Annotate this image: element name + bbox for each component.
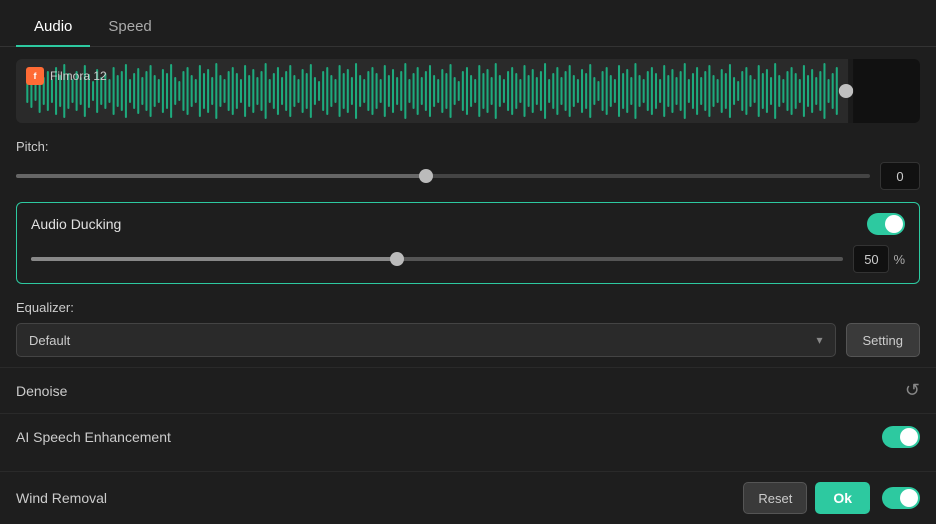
waveform-title: Filmora 12 [50, 69, 107, 83]
waveform-label: f Filmora 12 [26, 67, 107, 85]
waveform-container: f Filmora 12 [16, 59, 920, 123]
ai-speech-label: AI Speech Enhancement [16, 429, 171, 445]
equalizer-section: Equalizer: Default ▾ Setting [0, 294, 936, 367]
ducking-percent: % [893, 252, 905, 267]
ai-speech-toggle-knob [900, 428, 918, 446]
tab-bar: Audio Speed [0, 0, 936, 47]
filmora-icon: f [26, 67, 44, 85]
pitch-slider-row: 0 [16, 162, 920, 190]
denoise-label: Denoise [16, 383, 67, 399]
ducking-slider-fill [31, 257, 397, 261]
ducking-value-row: 50 % [853, 245, 905, 273]
ducking-toggle-knob [885, 215, 903, 233]
ai-speech-row: AI Speech Enhancement [0, 413, 936, 460]
bottom-buttons: Reset Ok [743, 482, 920, 514]
ai-speech-toggle[interactable] [882, 426, 920, 448]
waveform-svg [16, 59, 920, 123]
ducking-value: 50 [853, 245, 889, 273]
equalizer-setting-button[interactable]: Setting [846, 323, 920, 357]
ducking-slider-row: 50 % [31, 245, 905, 273]
main-container: Audio Speed f Filmora 12 [0, 0, 936, 524]
pitch-label: Pitch: [16, 139, 920, 154]
wind-removal-toggle-knob [900, 489, 918, 507]
pitch-slider-track[interactable] [16, 174, 870, 178]
ok-button[interactable]: Ok [815, 482, 870, 514]
ducking-slider-track[interactable] [31, 257, 843, 261]
equalizer-label: Equalizer: [16, 300, 920, 315]
refresh-icon[interactable]: ↺ [905, 380, 920, 401]
ducking-header: Audio Ducking [31, 213, 905, 235]
ducking-slider-thumb[interactable] [390, 252, 404, 266]
audio-ducking-section: Audio Ducking 50 % [16, 202, 920, 284]
waveform-section: f Filmora 12 [0, 47, 936, 133]
ducking-title: Audio Ducking [31, 216, 121, 232]
pitch-slider-thumb[interactable] [419, 169, 433, 183]
pitch-section: Pitch: 0 [0, 133, 936, 200]
pitch-value: 0 [880, 162, 920, 190]
wind-removal-section: Wind Removal Reset Ok [0, 471, 936, 524]
eq-row: Default ▾ Setting [16, 323, 920, 357]
ducking-toggle[interactable] [867, 213, 905, 235]
reset-button[interactable]: Reset [743, 482, 807, 514]
tab-audio[interactable]: Audio [16, 12, 90, 47]
pitch-slider-fill [16, 174, 426, 178]
tab-speed[interactable]: Speed [90, 12, 169, 47]
denoise-row: Denoise ↺ [0, 367, 936, 413]
equalizer-dropdown[interactable]: Default ▾ [16, 323, 836, 357]
chevron-down-icon: ▾ [816, 333, 822, 347]
wind-removal-label: Wind Removal [16, 490, 107, 506]
eq-dropdown-value: Default [29, 333, 70, 348]
wind-removal-toggle[interactable] [882, 487, 920, 509]
